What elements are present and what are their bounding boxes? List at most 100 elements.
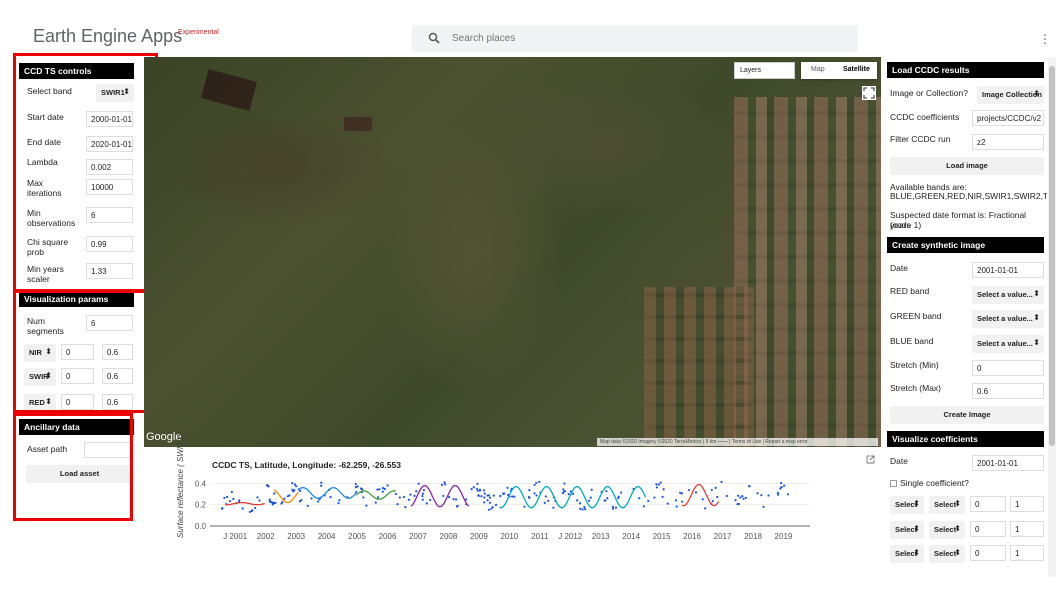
filter-ccdc-run-label: Filter CCDC run: [890, 134, 951, 144]
max-iterations-input[interactable]: 10000: [86, 179, 133, 195]
single-coefficient-checkbox[interactable]: [890, 480, 897, 487]
data-point: [666, 502, 669, 505]
vis-min-input[interactable]: 0: [61, 394, 94, 410]
create-image-button[interactable]: Create Image: [890, 406, 1044, 424]
data-point: [258, 499, 261, 502]
num-segments-label-2: segments: [27, 326, 64, 336]
start-date-input[interactable]: 2000-01-01: [86, 111, 133, 127]
chi-square-label-2: prob: [27, 247, 45, 257]
coef-select-b[interactable]: Select ⬍: [929, 496, 965, 514]
min-years-input[interactable]: 1.33: [86, 263, 133, 279]
ccd-ts-controls-header: CCD TS controls: [19, 63, 134, 79]
red-band-label: RED band: [890, 286, 930, 296]
ccdc-chart[interactable]: 0.4 0.2 0.0 J 2001 2002 2003 2004 2005 2006 2007 2…: [190, 470, 815, 545]
data-point: [576, 499, 579, 502]
data-point: [425, 502, 428, 505]
min-years-label-1: Min years: [27, 264, 64, 274]
layers-button[interactable]: Layers: [734, 62, 795, 79]
coef-min-input[interactable]: 0: [970, 545, 1006, 561]
coef-max-input[interactable]: 1: [1010, 496, 1044, 512]
filter-ccdc-run-input[interactable]: z2: [972, 134, 1044, 150]
vis-max-input[interactable]: 0.6: [102, 394, 133, 410]
search-icon[interactable]: [428, 32, 440, 44]
data-point: [583, 506, 586, 509]
dropdown-arrow-icon: ⬍: [913, 524, 920, 533]
load-asset-button[interactable]: Load asset: [26, 465, 133, 483]
select-band-dropdown[interactable]: SWIR1 ⬍: [96, 84, 134, 102]
coef-date-input[interactable]: 2001-01-01: [972, 455, 1044, 471]
coef-select-a[interactable]: Select ⬍: [890, 496, 924, 514]
vis-band-select-nir[interactable]: NIR ⬍: [24, 344, 56, 362]
data-point: [680, 492, 683, 495]
data-point: [659, 481, 662, 484]
vis-band-value: RED: [29, 398, 45, 407]
vis-max-input[interactable]: 0.6: [102, 344, 133, 360]
coef-select-b[interactable]: Select ⬍: [929, 545, 965, 563]
vis-max-input[interactable]: 0.6: [102, 368, 133, 384]
lambda-label: Lambda: [27, 157, 58, 167]
vis-min-input[interactable]: 0: [61, 344, 94, 360]
more-vert-icon[interactable]: ⋮: [1039, 33, 1051, 45]
dropdown-arrow-icon: ⬍: [1033, 338, 1040, 347]
stretch-min-input[interactable]: 0: [972, 360, 1044, 376]
data-point: [547, 499, 550, 502]
single-coefficient-row[interactable]: Single coefficient?: [890, 478, 969, 488]
data-point: [605, 490, 608, 493]
data-point: [571, 492, 575, 495]
open-external-icon[interactable]: [866, 455, 875, 464]
data-point: [653, 496, 656, 499]
vis-min-input[interactable]: 0: [61, 368, 94, 384]
data-point: [617, 495, 620, 498]
coef-select-value: Select: [934, 525, 957, 534]
data-point: [543, 501, 546, 504]
data-point: [274, 501, 277, 505]
data-point: [487, 494, 490, 497]
num-segments-input[interactable]: 6: [86, 315, 133, 331]
coef-min-input[interactable]: 0: [970, 521, 1006, 537]
data-point: [283, 497, 286, 500]
visualize-coefficients-header: Visualize coefficients: [887, 431, 1044, 447]
coef-max-input[interactable]: 1: [1010, 545, 1044, 561]
data-point: [655, 483, 658, 486]
end-date-input[interactable]: 2020-01-01: [86, 136, 133, 152]
map-field-pattern: [734, 97, 881, 447]
coef-select-a[interactable]: Select ⬍: [890, 545, 924, 563]
stretch-max-input[interactable]: 0.6: [972, 383, 1044, 399]
ccdc-coefficients-input[interactable]: projects/CCDC/v2: [972, 110, 1044, 126]
coef-select-a[interactable]: Select ⬍: [890, 521, 924, 539]
image-or-collection-dropdown[interactable]: Image Collection ⬍: [977, 86, 1044, 104]
data-point: [483, 492, 486, 495]
vis-band-select-swir[interactable]: SWIR ⬍: [24, 368, 56, 386]
data-point: [590, 488, 593, 491]
map-canvas[interactable]: [144, 57, 881, 447]
synthetic-date-input[interactable]: 2001-01-01: [972, 262, 1044, 278]
x-tick-label: 2018: [744, 532, 762, 541]
synthetic-date-label: Date: [890, 263, 908, 273]
data-point: [638, 497, 641, 500]
map-attribution[interactable]: Map data ©2020 Imagery ©2020 TerraMetric…: [597, 438, 878, 446]
coef-min-input[interactable]: 0: [970, 496, 1006, 512]
red-band-dropdown[interactable]: Select a value... ⬍: [972, 286, 1044, 304]
map-type-map[interactable]: Map: [811, 66, 825, 73]
asset-path-input[interactable]: [84, 442, 132, 458]
lambda-input[interactable]: 0.002: [86, 159, 133, 175]
min-observations-input[interactable]: 6: [86, 207, 133, 223]
load-image-button[interactable]: Load image: [890, 157, 1044, 175]
data-point: [470, 488, 473, 491]
data-point: [710, 488, 713, 492]
scrollbar-thumb[interactable]: [1049, 66, 1055, 446]
coef-select-b[interactable]: Select ⬍: [929, 521, 965, 539]
blue-band-dropdown[interactable]: Select a value... ⬍: [972, 335, 1044, 353]
search-input[interactable]: [452, 30, 832, 47]
map-burn-area: [344, 117, 372, 131]
app-title[interactable]: Earth Engine Apps: [33, 26, 182, 47]
map-type-satellite[interactable]: Satellite: [843, 66, 870, 73]
data-point: [487, 508, 491, 511]
data-point: [396, 502, 399, 506]
map-type-control[interactable]: Map Satellite: [801, 62, 877, 79]
green-band-dropdown[interactable]: Select a value... ⬍: [972, 310, 1044, 328]
coef-max-input[interactable]: 1: [1010, 521, 1044, 537]
fullscreen-icon[interactable]: [862, 86, 876, 100]
vis-band-select-red[interactable]: RED ⬍: [24, 394, 56, 412]
chi-square-input[interactable]: 0.99: [86, 236, 133, 252]
